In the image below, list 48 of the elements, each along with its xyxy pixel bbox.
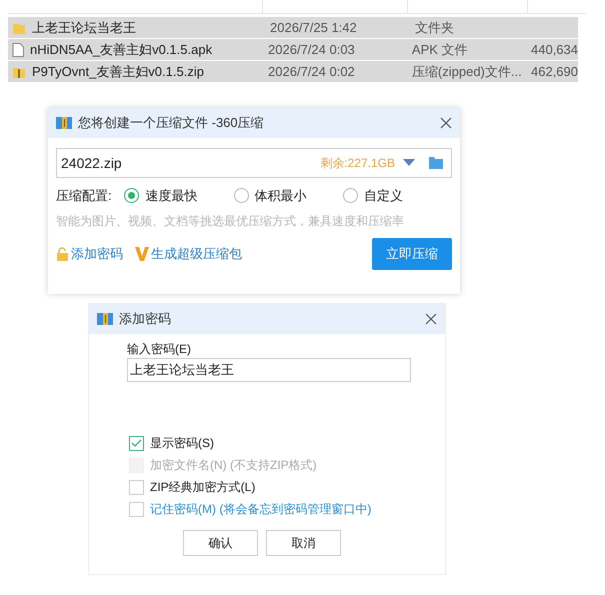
file-size: 440,634 bbox=[531, 40, 578, 59]
super-package-link[interactable]: 生成超级压缩包 bbox=[151, 244, 242, 264]
document-icon bbox=[12, 42, 24, 56]
file-name: P9TyOvnt_友善主妇v0.1.5.zip bbox=[32, 62, 204, 81]
filename-value: 24022.zip bbox=[61, 154, 123, 173]
file-name: nHiDN5AA_友善主妇v0.1.5.apk bbox=[30, 40, 212, 59]
checkbox[interactable] bbox=[129, 502, 144, 516]
v-logo-icon bbox=[135, 246, 149, 260]
radio-button[interactable] bbox=[124, 188, 140, 204]
file-type: 压缩(zipped)文件... bbox=[412, 62, 523, 81]
dialog-title: 您将创建一个压缩文件 -360压缩 bbox=[78, 114, 265, 132]
password-label: 输入密码(E) bbox=[127, 341, 192, 358]
archive-app-icon bbox=[56, 116, 72, 130]
dropdown-caret-icon[interactable] bbox=[403, 159, 415, 167]
file-row[interactable]: P9TyOvnt_友善主妇v0.1.5.zip 2026/7/24 0:02 压缩(zipped)文件... 462,690 bbox=[8, 61, 578, 82]
file-modified: 2026/7/24 0:02 bbox=[268, 62, 356, 81]
archive-app-icon bbox=[97, 312, 113, 326]
checkbox[interactable] bbox=[129, 436, 144, 450]
close-icon[interactable] bbox=[440, 117, 452, 129]
file-modified: 2026/7/24 0:03 bbox=[268, 40, 356, 59]
radio-button[interactable] bbox=[342, 188, 358, 204]
dialog-title: 添加密码 bbox=[119, 310, 172, 328]
dialog-button[interactable]: 取消 bbox=[266, 530, 341, 556]
config-label: 压缩配置: bbox=[56, 187, 113, 205]
filename-field[interactable]: 24022.zip 剩余:227.1GB bbox=[56, 148, 452, 178]
file-type: APK 文件 bbox=[412, 40, 469, 59]
file-size: 462,690 bbox=[531, 62, 578, 81]
close-icon[interactable] bbox=[425, 313, 437, 325]
dialog-button[interactable]: 确认 bbox=[183, 530, 258, 556]
file-row[interactable]: nHiDN5AA_友善主妇v0.1.5.apk 2026/7/24 0:03 APK 文件 440,634 bbox=[8, 39, 578, 60]
file-name: 上老王论坛当老王 bbox=[32, 18, 136, 37]
add-password-link[interactable]: 添加密码 bbox=[71, 244, 123, 264]
file-row[interactable]: 上老王论坛当老王 2026/7/25 1:42 文件夹 bbox=[8, 17, 578, 38]
radio-button[interactable] bbox=[234, 188, 249, 204]
radio-option[interactable]: 自定义 bbox=[342, 186, 452, 206]
padlock-icon bbox=[56, 246, 69, 260]
checkbox-option[interactable]: 记住密码(M) (将会备忘到密码管理窗口中) bbox=[129, 500, 445, 518]
radio-option[interactable]: 速度最快 bbox=[124, 186, 234, 206]
checkbox-option[interactable]: ZIP经典加密方式(L) bbox=[129, 478, 445, 496]
hint-text: 智能为图片、视频、文档等挑选最优压缩方式，兼具速度和压缩率 bbox=[56, 212, 405, 230]
free-space: 剩余:227.1GB bbox=[320, 155, 395, 172]
checkbox-option[interactable]: 显示密码(S) bbox=[129, 434, 445, 452]
folder-icon[interactable] bbox=[429, 157, 443, 169]
file-modified: 2026/7/25 1:42 bbox=[270, 18, 358, 37]
checkbox[interactable] bbox=[129, 480, 144, 494]
file-type: 文件夹 bbox=[415, 18, 455, 37]
radio-option[interactable]: 体积最小 bbox=[234, 186, 343, 206]
password-field[interactable]: 上老王论坛当老王 bbox=[127, 358, 411, 382]
